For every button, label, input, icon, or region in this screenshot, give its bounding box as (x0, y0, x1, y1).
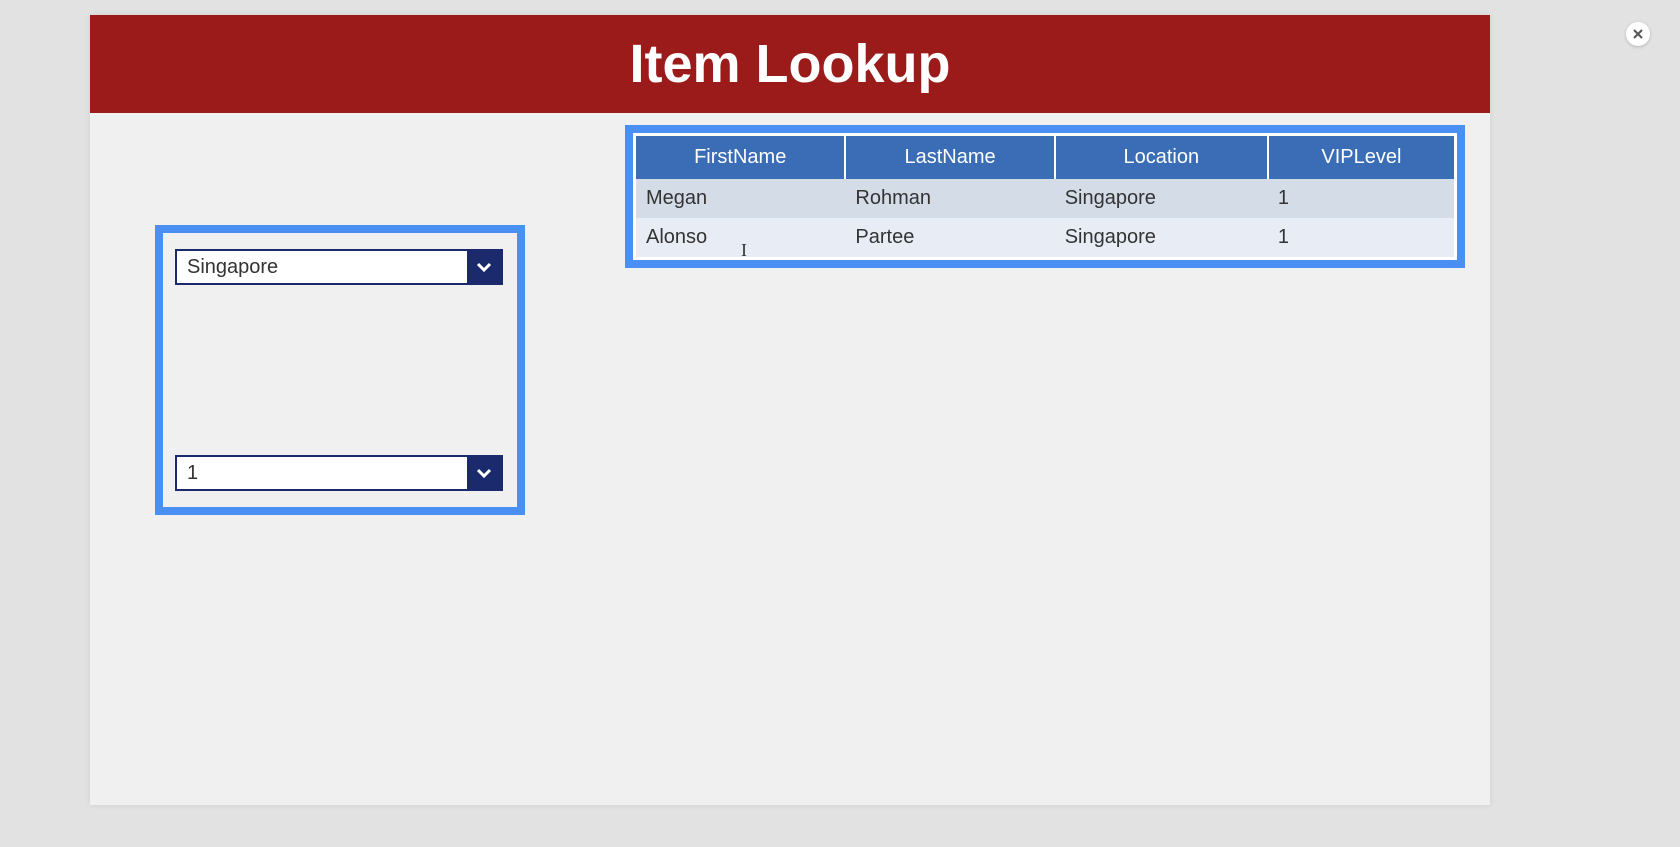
cell-firstname: Megan (636, 179, 845, 218)
table-row[interactable]: Megan Rohman Singapore 1 (636, 179, 1454, 218)
table-row[interactable]: Alonso Partee Singapore 1 (636, 218, 1454, 257)
column-header-viplevel[interactable]: VIPLevel (1268, 136, 1454, 179)
results-panel: FirstName LastName Location VIPLevel Meg… (625, 125, 1465, 268)
chevron-down-icon (475, 464, 493, 482)
cell-lastname: Partee (845, 218, 1054, 257)
column-header-lastname[interactable]: LastName (845, 136, 1054, 179)
table-header-row: FirstName LastName Location VIPLevel (636, 136, 1454, 179)
cell-location: Singapore (1055, 179, 1268, 218)
chevron-down-icon (475, 258, 493, 276)
close-icon (1632, 28, 1644, 40)
cell-lastname: Rohman (845, 179, 1054, 218)
results-table: FirstName LastName Location VIPLevel Meg… (636, 136, 1454, 257)
location-dropdown-value: Singapore (177, 251, 467, 283)
column-header-location[interactable]: Location (1055, 136, 1268, 179)
close-button[interactable] (1626, 22, 1650, 46)
location-dropdown[interactable]: Singapore (175, 249, 503, 285)
viplevel-dropdown-button[interactable] (467, 457, 501, 489)
filters-panel: Singapore 1 (155, 225, 525, 515)
location-dropdown-button[interactable] (467, 251, 501, 283)
page-header: Item Lookup (90, 15, 1490, 113)
page-title: Item Lookup (630, 33, 951, 95)
cell-location: Singapore (1055, 218, 1268, 257)
cell-viplevel: 1 (1268, 179, 1454, 218)
cell-firstname: Alonso (636, 218, 845, 257)
viplevel-dropdown[interactable]: 1 (175, 455, 503, 491)
viplevel-dropdown-value: 1 (177, 457, 467, 489)
column-header-firstname[interactable]: FirstName (636, 136, 845, 179)
cell-viplevel: 1 (1268, 218, 1454, 257)
app-window: Item Lookup Singapore 1 FirstName LastNa… (90, 15, 1490, 805)
